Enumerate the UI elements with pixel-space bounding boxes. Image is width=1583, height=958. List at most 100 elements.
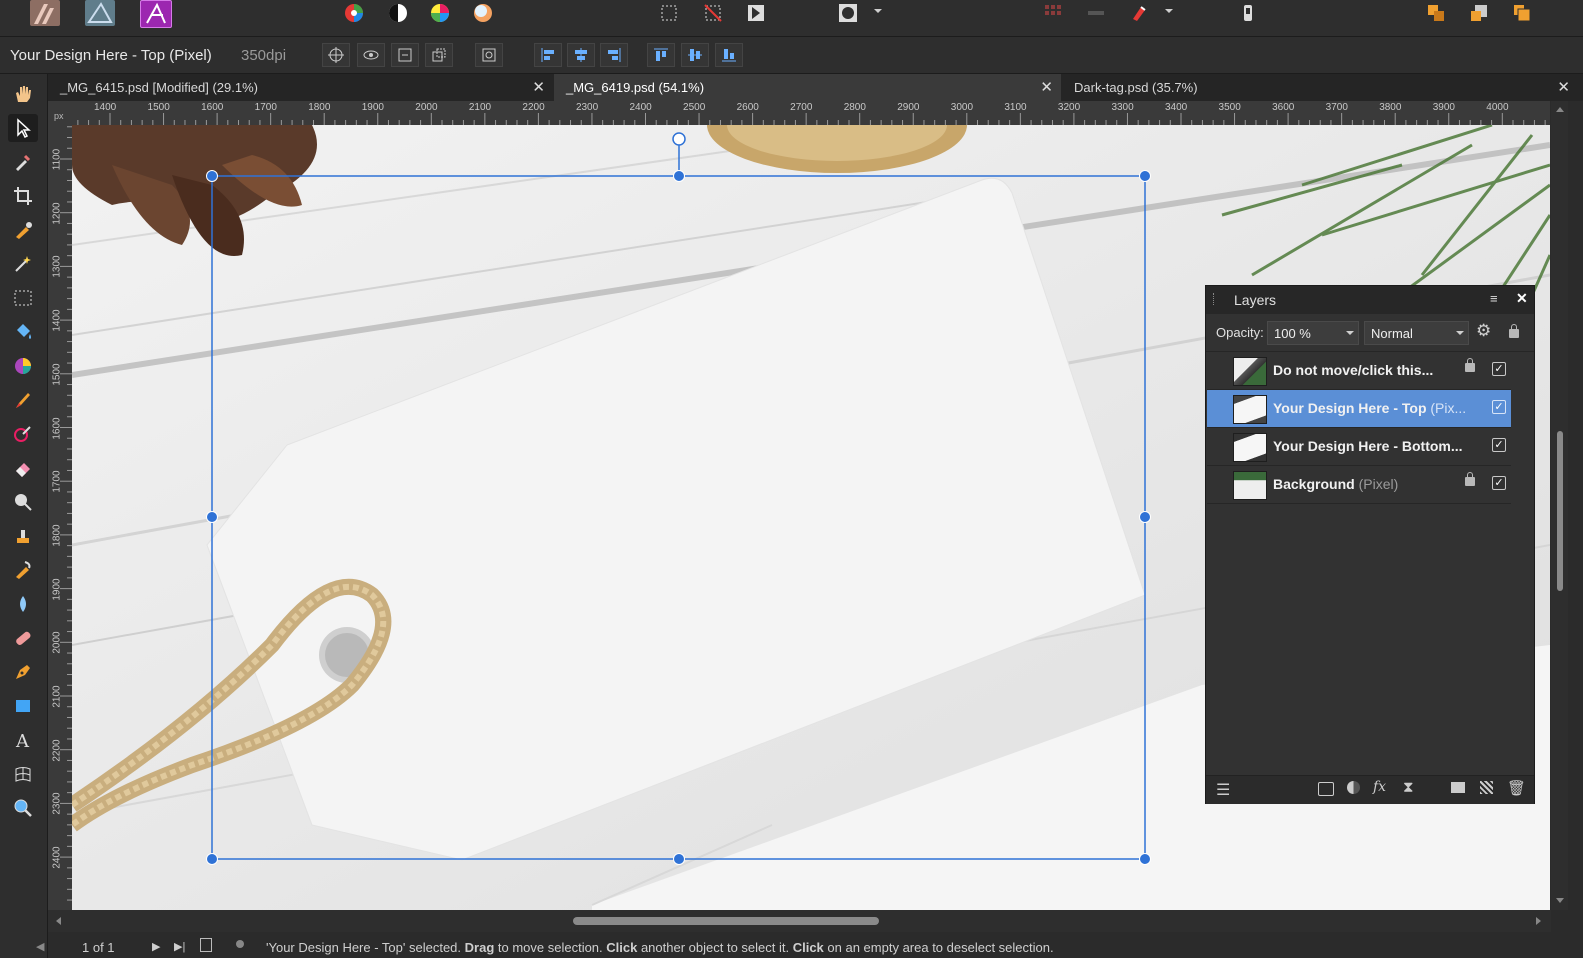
horizontal-scrollbar[interactable] <box>48 910 1551 932</box>
resize-icon[interactable] <box>391 43 419 67</box>
layer-visibility-checkbox[interactable]: ✓ <box>1492 400 1506 414</box>
healing-brush-tool-icon[interactable] <box>8 624 38 652</box>
erase-brush-tool-icon[interactable] <box>8 454 38 482</box>
pen-tool-icon[interactable] <box>8 658 38 686</box>
first-page-icon[interactable]: ◀ <box>36 940 44 953</box>
pages-panel-icon[interactable] <box>200 938 212 952</box>
scroll-left-icon[interactable] <box>56 917 61 925</box>
layers-panel-title[interactable]: Layers <box>1234 292 1276 308</box>
tab-mg-6415[interactable]: _MG_6415.psd [Modified] (29.1%) ✕ <box>48 74 553 101</box>
arrange-icon[interactable] <box>1424 2 1448 24</box>
vertical-ruler[interactable]: 1100 1200 1300 1400 1500 1600 1700 1800 1900 2000… <box>48 125 73 910</box>
layer-lock-icon[interactable] <box>1465 358 1475 372</box>
close-tab-icon[interactable]: ✕ <box>1557 78 1570 96</box>
next-page-icon[interactable]: ▶ <box>152 940 160 953</box>
white-balance-icon[interactable] <box>471 2 495 24</box>
panel-close-icon[interactable]: ✕ <box>1516 290 1528 307</box>
assistant-icon[interactable] <box>1236 2 1260 24</box>
blend-mode-dropdown-icon[interactable] <box>1456 331 1464 335</box>
grid-snap-icon[interactable] <box>1041 2 1065 24</box>
layer-visibility-checkbox[interactable]: ✓ <box>1492 362 1506 376</box>
color-picker-tool-icon[interactable] <box>8 148 38 176</box>
lock-layer-icon[interactable] <box>1509 324 1519 338</box>
selection-brush-tool-icon[interactable] <box>8 216 38 244</box>
show-selection-icon[interactable] <box>357 43 385 67</box>
blend-mode-select[interactable]: Normal <box>1364 321 1469 345</box>
flood-select-tool-icon[interactable] <box>8 250 38 278</box>
horizontal-scroll-thumb[interactable] <box>573 917 879 925</box>
rectangle-tool-icon[interactable] <box>8 692 38 720</box>
paint-brush-tool-icon[interactable] <box>8 386 38 414</box>
move-tool-icon[interactable] <box>8 114 38 142</box>
align-bottom-icon[interactable] <box>715 43 743 67</box>
blur-brush-tool-icon[interactable] <box>8 590 38 618</box>
layers-stack-icon[interactable]: ☰ <box>1216 780 1230 800</box>
hsl-icon[interactable] <box>428 2 452 24</box>
last-page-icon[interactable]: ▶| <box>174 940 185 953</box>
opacity-field[interactable]: 100 % <box>1267 321 1359 345</box>
arrange-back-icon[interactable] <box>1467 2 1491 24</box>
liquify-persona-icon[interactable] <box>85 0 115 26</box>
rectangular-marquee-tool-icon[interactable] <box>8 284 38 312</box>
align-top-icon[interactable] <box>647 43 675 67</box>
layer-row-design-top[interactable]: Your Design Here - Top (Pix... ✓ <box>1207 390 1511 428</box>
zoom-tool-icon[interactable] <box>8 794 38 822</box>
deselect-icon[interactable] <box>701 2 725 24</box>
smudge-brush-tool-icon[interactable] <box>8 556 38 584</box>
levels-adjustment-icon[interactable] <box>342 2 366 24</box>
align-right-icon[interactable] <box>600 43 628 67</box>
transform-origin-icon[interactable] <box>322 43 350 67</box>
fx-icon[interactable]: fx <box>1373 779 1386 795</box>
panel-menu-icon[interactable]: ≡ <box>1490 291 1498 306</box>
add-group-icon[interactable] <box>1451 782 1465 793</box>
clone-brush-tool-icon[interactable] <box>8 522 38 550</box>
layer-visibility-checkbox[interactable]: ✓ <box>1492 476 1506 490</box>
align-left-icon[interactable] <box>534 43 562 67</box>
close-tab-icon[interactable]: ✕ <box>1040 78 1053 96</box>
hand-tool-icon[interactable] <box>8 80 38 108</box>
panel-grip-icon[interactable] <box>1213 293 1216 305</box>
snapping-magnet-icon[interactable] <box>1127 2 1151 24</box>
tab-dark-tag[interactable]: Dark-tag.psd (35.7%) ✕ <box>1062 74 1570 101</box>
align-middle-icon[interactable] <box>681 43 709 67</box>
add-pixel-layer-icon[interactable] <box>1480 781 1493 794</box>
scroll-up-icon[interactable] <box>1556 107 1564 112</box>
mesh-warp-tool-icon[interactable] <box>8 760 38 788</box>
invert-selection-icon[interactable] <box>744 2 768 24</box>
artistic-text-tool-icon[interactable]: A <box>8 726 38 754</box>
crop-tool-icon[interactable] <box>8 182 38 210</box>
layer-row-do-not-move[interactable]: Do not move/click this... ✓ <box>1207 352 1511 390</box>
layer-row-design-bottom[interactable]: Your Design Here - Bottom... ✓ <box>1207 428 1511 466</box>
mask-layer-icon[interactable] <box>1318 782 1334 796</box>
layer-visibility-checkbox[interactable]: ✓ <box>1492 438 1506 452</box>
adjustment-layer-icon[interactable] <box>1347 781 1360 794</box>
scroll-right-icon[interactable] <box>1536 917 1541 925</box>
rotate-icon[interactable] <box>475 43 503 67</box>
live-filter-icon[interactable]: ⧗ <box>1403 779 1414 796</box>
horizontal-ruler[interactable]: 1400 1500 1600 1700 1800 1900 2000 2100 2200 2300… <box>72 101 1550 126</box>
vertical-scrollbar[interactable] <box>1551 101 1568 910</box>
black-white-icon[interactable] <box>386 2 410 24</box>
opacity-dropdown-icon[interactable] <box>1346 331 1354 335</box>
scroll-down-icon[interactable] <box>1556 898 1564 903</box>
dodge-tool-icon[interactable] <box>8 488 38 516</box>
snapping-dropdown-icon[interactable] <box>1165 9 1173 13</box>
quick-mask-dropdown-icon[interactable] <box>874 9 882 13</box>
snap-options-icon[interactable] <box>1084 2 1108 24</box>
tab-mg-6419[interactable]: _MG_6419.psd (54.1%) ✕ <box>554 74 1061 101</box>
marquee-select-icon[interactable] <box>657 2 681 24</box>
close-tab-icon[interactable]: ✕ <box>532 78 545 96</box>
layer-lock-icon[interactable] <box>1465 472 1475 486</box>
scale-icon[interactable] <box>425 43 453 67</box>
arrange-front-icon[interactable] <box>1510 2 1534 24</box>
photo-persona-icon[interactable] <box>30 0 60 26</box>
quick-mask-icon[interactable] <box>836 2 860 24</box>
color-replacement-tool-icon[interactable] <box>8 420 38 448</box>
delete-layer-icon[interactable]: 🗑 <box>1507 779 1526 797</box>
align-center-icon[interactable] <box>567 43 595 67</box>
color-wheel-tool-icon[interactable] <box>8 352 38 380</box>
develop-persona-icon[interactable] <box>140 0 172 28</box>
flood-fill-tool-icon[interactable] <box>8 318 38 346</box>
layer-settings-gear-icon[interactable]: ⚙ <box>1476 321 1491 341</box>
vertical-scroll-thumb[interactable] <box>1557 431 1563 591</box>
